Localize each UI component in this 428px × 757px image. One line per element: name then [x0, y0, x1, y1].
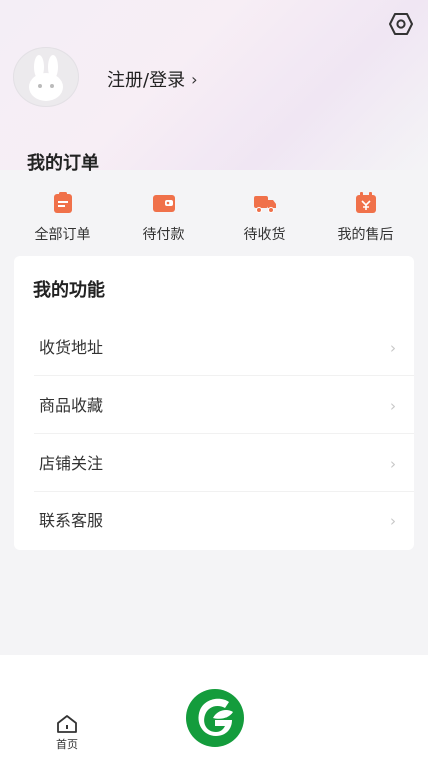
order-all-label: 全部订单	[34, 227, 91, 243]
truck-icon	[253, 196, 276, 213]
after-sales-icon	[355, 192, 376, 213]
menu-item-label: 商品收藏	[39, 396, 104, 415]
divider	[34, 375, 414, 376]
order-pending-receipt-label: 待收货	[243, 227, 286, 243]
orders-row: 全部订单 待付款 待收货 我的售后	[12, 192, 416, 244]
menu-item-shipping-address[interactable]: 收货地址 ›	[14, 320, 414, 376]
clipboard-icon	[53, 192, 72, 213]
home-icon	[57, 715, 77, 733]
order-pending-receipt-button[interactable]: 待收货	[214, 192, 315, 244]
avatar[interactable]	[13, 47, 79, 107]
menu-item-label: 联系客服	[39, 511, 104, 530]
functions-card: 我的功能 收货地址 › 商品收藏 › 店铺关注 › 联系客服 ›	[14, 256, 414, 550]
menu-item-followed-shops[interactable]: 店铺关注 ›	[14, 436, 414, 492]
functions-section-title: 我的功能	[33, 280, 105, 301]
login-link[interactable]: 注册/登录 ›	[107, 66, 197, 92]
tab-home[interactable]: 首页	[44, 714, 90, 754]
order-after-sales-label: 我的售后	[337, 227, 394, 243]
chevron-right-icon: ›	[390, 339, 396, 357]
orders-section-title: 我的订单	[27, 153, 99, 174]
green-g-logo-icon[interactable]	[185, 688, 245, 748]
menu-item-customer-service[interactable]: 联系客服 ›	[14, 493, 414, 549]
chevron-right-icon: ›	[390, 397, 396, 415]
rabbit-avatar-icon	[29, 55, 63, 101]
divider	[34, 491, 414, 492]
order-pending-payment-label: 待付款	[142, 227, 185, 243]
chevron-right-icon: ›	[390, 512, 396, 530]
chevron-right-icon: ›	[390, 455, 396, 473]
menu-item-label: 店铺关注	[39, 454, 104, 473]
login-label: 注册/登录	[107, 70, 186, 91]
order-after-sales-button[interactable]: 我的售后	[315, 192, 416, 244]
divider	[34, 433, 414, 434]
chevron-right-icon: ›	[191, 69, 198, 89]
menu-item-favorites[interactable]: 商品收藏 ›	[14, 378, 414, 434]
tab-home-label: 首页	[56, 738, 78, 751]
settings-icon[interactable]	[389, 12, 413, 36]
order-pending-payment-button[interactable]: 待付款	[113, 192, 214, 244]
wallet-icon	[152, 195, 175, 212]
menu-item-label: 收货地址	[39, 338, 104, 357]
order-all-button[interactable]: 全部订单	[12, 192, 113, 244]
